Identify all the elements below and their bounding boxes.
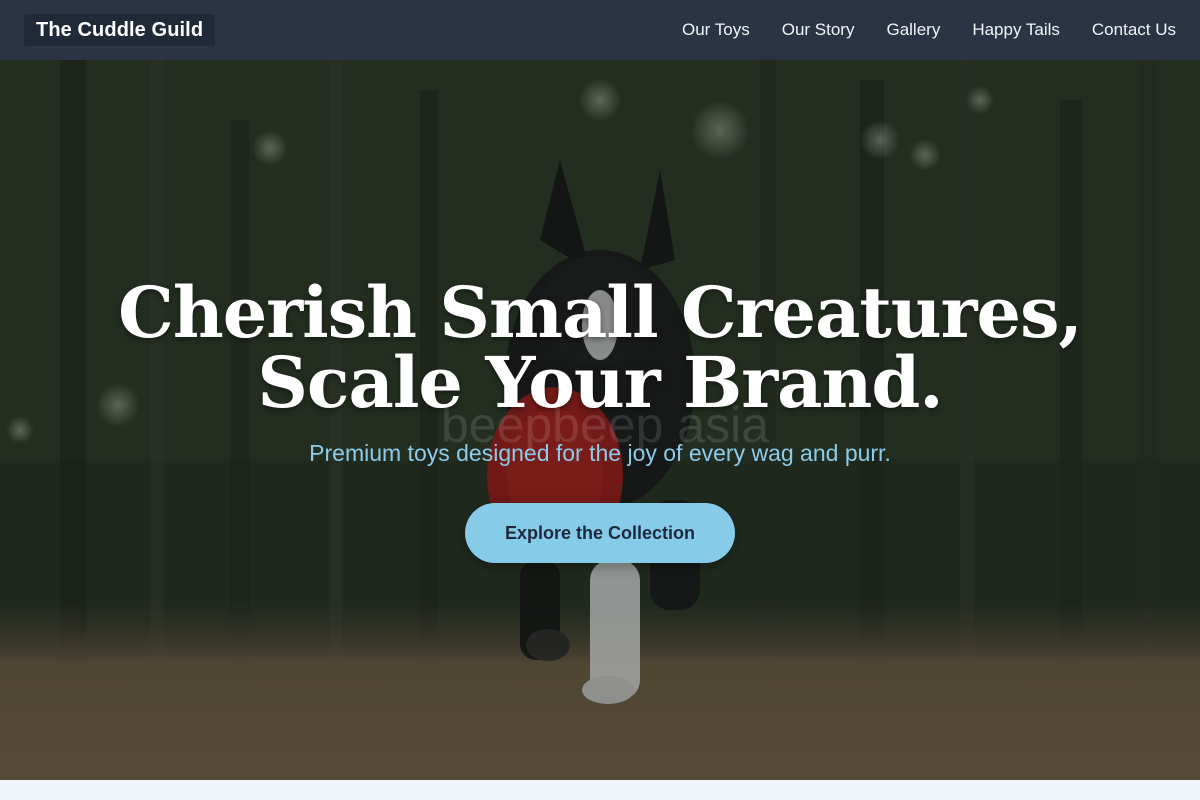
hero-headline-line2: Scale Your Brand. xyxy=(257,341,943,424)
nav-link-contact-us[interactable]: Contact Us xyxy=(1092,20,1176,40)
next-section-strip xyxy=(0,780,1200,800)
explore-collection-button[interactable]: Explore the Collection xyxy=(465,503,735,563)
nav-link-our-story[interactable]: Our Story xyxy=(782,20,855,40)
nav-links: Our Toys Our Story Gallery Happy Tails C… xyxy=(682,20,1176,40)
hero-subheadline: Premium toys designed for the joy of eve… xyxy=(309,440,891,466)
nav-link-happy-tails[interactable]: Happy Tails xyxy=(972,20,1060,40)
top-navbar: The Cuddle Guild Our Toys Our Story Gall… xyxy=(0,0,1200,60)
brand-logo[interactable]: The Cuddle Guild xyxy=(24,14,216,46)
hero-headline: Cherish Small Creatures, Scale Your Bran… xyxy=(118,278,1083,418)
nav-link-our-toys[interactable]: Our Toys xyxy=(682,20,750,40)
hero-section: beepbeep asia Cherish Small Creatures, S… xyxy=(0,60,1200,780)
nav-link-gallery[interactable]: Gallery xyxy=(886,20,940,40)
hero-content: Cherish Small Creatures, Scale Your Bran… xyxy=(0,60,1200,780)
